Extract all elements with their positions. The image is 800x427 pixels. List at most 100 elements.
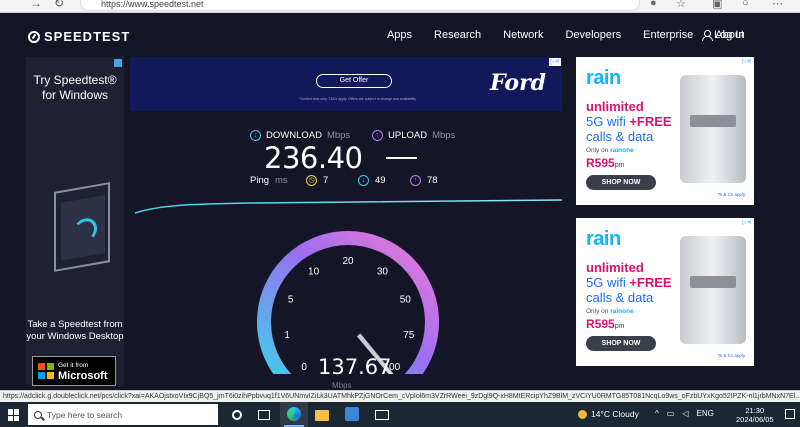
ping-idle-icon: ◷ xyxy=(306,175,317,186)
gauge-tick-0: 0 xyxy=(301,362,307,373)
rain-only: Only on xyxy=(586,147,611,154)
gauge-tick-75: 75 xyxy=(403,330,415,341)
address-bar[interactable]: https://www.speedtest.net xyxy=(80,0,640,11)
get-offer-button[interactable]: Get Offer xyxy=(316,74,392,88)
taskbar-clock[interactable]: 21:30 2024/06/05 xyxy=(736,406,774,424)
refresh-icon[interactable]: ↻ xyxy=(54,0,64,10)
nav-developers[interactable]: Developers xyxy=(565,29,621,41)
left-ad-windows[interactable]: Try Speedtest® for Windows Take a Speedt… xyxy=(26,57,124,385)
ms-badge-text: Get it from Microsoft xyxy=(58,361,108,382)
rain-only-line: Only on rainone xyxy=(586,308,634,315)
menu-icon[interactable]: ⋯ xyxy=(772,0,783,10)
laptop-screen xyxy=(61,194,105,261)
rain-tc: Ts & Cs apply. xyxy=(717,353,746,358)
collections-icon[interactable]: ▣ xyxy=(712,0,722,10)
ad-choices-icon[interactable]: ▷✕ xyxy=(549,58,561,66)
logo-text: SPEEDTEST xyxy=(44,29,131,44)
download-arrow-icon: ↓ xyxy=(250,130,261,141)
link-status-bar: https://adclick.g.doubleclick.net/pcs/cl… xyxy=(0,390,800,402)
weather-widget[interactable]: 14°C Cloudy xyxy=(578,409,639,419)
rain-ad-1[interactable]: ▷✕ rain unlimited 5G wifi +FREE calls & … xyxy=(576,57,754,205)
speedtest-logo-icon xyxy=(28,30,40,43)
upload-placeholder xyxy=(386,157,417,159)
main-nav: Apps Research Network Developers Enterpr… xyxy=(387,29,744,41)
rain-one: rainone xyxy=(610,147,634,154)
language-indicator[interactable]: ENG xyxy=(696,409,713,418)
nav-research[interactable]: Research xyxy=(434,29,481,41)
speed-gauge: 0151020305075100 xyxy=(257,231,439,374)
extension-icon[interactable]: ● xyxy=(650,0,657,9)
file-explorer-icon[interactable] xyxy=(315,410,329,421)
rain-tc: Ts & Cs apply. xyxy=(717,192,746,197)
gauge-tick-1: 1 xyxy=(284,330,290,341)
gauge-arc-icon xyxy=(73,216,97,245)
ad-choices-icon[interactable] xyxy=(114,59,122,67)
ping-download: ↓ 49 xyxy=(358,175,386,186)
store-icon[interactable] xyxy=(345,407,359,421)
taskbar-search-placeholder: Type here to search xyxy=(47,409,123,420)
ping-download-icon: ↓ xyxy=(358,175,369,186)
rain-free: +FREE xyxy=(629,275,672,290)
rain-only-line: Only on rainone xyxy=(586,147,634,154)
cortana-icon[interactable] xyxy=(232,410,242,420)
ford-logo: Ford xyxy=(490,70,547,96)
windows-start-icon[interactable] xyxy=(8,409,20,421)
ping-unit: ms xyxy=(275,175,288,186)
favorites-icon[interactable]: ☆ xyxy=(676,0,686,10)
system-tray: ^ ▭ ◁ ENG xyxy=(655,409,714,418)
microsoft-store-badge[interactable]: Get it from Microsoft xyxy=(32,356,116,386)
rain-ad-2[interactable]: ▷✕ rain unlimited 5G wifi +FREE calls & … xyxy=(576,218,754,366)
speed-graph-line xyxy=(134,199,563,214)
address-text: https://www.speedtest.net xyxy=(101,0,204,9)
taskbar-search[interactable]: Type here to search xyxy=(28,404,218,425)
left-ad-headline: Try Speedtest® for Windows xyxy=(33,73,117,102)
rain-only: Only on xyxy=(586,308,611,315)
download-label: DOWNLOAD xyxy=(266,130,322,141)
ping-idle-value: 7 xyxy=(323,175,329,186)
upload-header: ↑ UPLOAD Mbps xyxy=(372,130,455,141)
search-icon xyxy=(34,410,42,419)
rain-price-line: R595pm xyxy=(586,156,624,170)
mail-icon[interactable] xyxy=(375,410,389,420)
rain-unlimited: unlimited xyxy=(586,260,644,275)
profile-icon[interactable]: ○ xyxy=(742,0,749,9)
rain-wifi: 5G wifi xyxy=(586,114,630,129)
shop-now-button[interactable]: SHOP NOW xyxy=(586,175,656,190)
top-banner-ad[interactable]: ▷✕ Get Offer *Limited time only. T&Cs ap… xyxy=(130,57,562,111)
rain-price-suffix: pm xyxy=(614,162,625,169)
rain-free: +FREE xyxy=(629,114,672,129)
notification-icon[interactable] xyxy=(785,409,795,419)
login-link[interactable]: Log In xyxy=(702,29,745,41)
volume-icon[interactable]: ◁ xyxy=(682,409,688,418)
ping-label-group: Ping ms xyxy=(250,175,288,186)
gauge-tick-5: 5 xyxy=(288,294,294,305)
rain-logo: rain xyxy=(586,228,621,250)
ad-choices-icon[interactable]: ▷✕ xyxy=(741,58,753,66)
rain-calls: calls & data xyxy=(586,290,654,305)
rain-unlimited: unlimited xyxy=(586,99,644,114)
clock-time: 21:30 xyxy=(745,406,765,415)
upload-arrow-icon: ↑ xyxy=(372,130,383,141)
edge-icon[interactable] xyxy=(287,407,301,421)
shop-now-button[interactable]: SHOP NOW xyxy=(586,336,656,351)
task-view-icon[interactable] xyxy=(258,410,270,420)
gauge-tick-50: 50 xyxy=(400,294,412,305)
download-header: ↓ DOWNLOAD Mbps xyxy=(250,130,350,141)
speed-graph xyxy=(134,199,563,214)
gauge-tick-30: 30 xyxy=(377,266,389,277)
tray-chevron-icon[interactable]: ^ xyxy=(655,409,659,418)
microsoft-logo-icon xyxy=(38,363,54,379)
nav-apps[interactable]: Apps xyxy=(387,29,412,41)
network-icon[interactable]: ▭ xyxy=(667,409,675,418)
rain-price: R595 xyxy=(586,156,615,170)
ping-upload: ↑ 78 xyxy=(410,175,438,186)
rain-price-suffix: pm xyxy=(614,323,625,330)
forward-icon[interactable]: → xyxy=(30,0,42,10)
weather-text: 14°C Cloudy xyxy=(591,409,639,419)
ad-choices-icon[interactable]: ▷✕ xyxy=(741,219,753,227)
nav-network[interactable]: Network xyxy=(503,29,543,41)
browser-toolbar: → ↻ https://www.speedtest.net ● ☆ ▣ ○ ⋯ xyxy=(0,0,800,13)
nav-enterprise[interactable]: Enterprise xyxy=(643,29,693,41)
speedtest-logo[interactable]: SPEEDTEST xyxy=(28,29,130,44)
clock-date: 2024/06/05 xyxy=(736,415,774,424)
